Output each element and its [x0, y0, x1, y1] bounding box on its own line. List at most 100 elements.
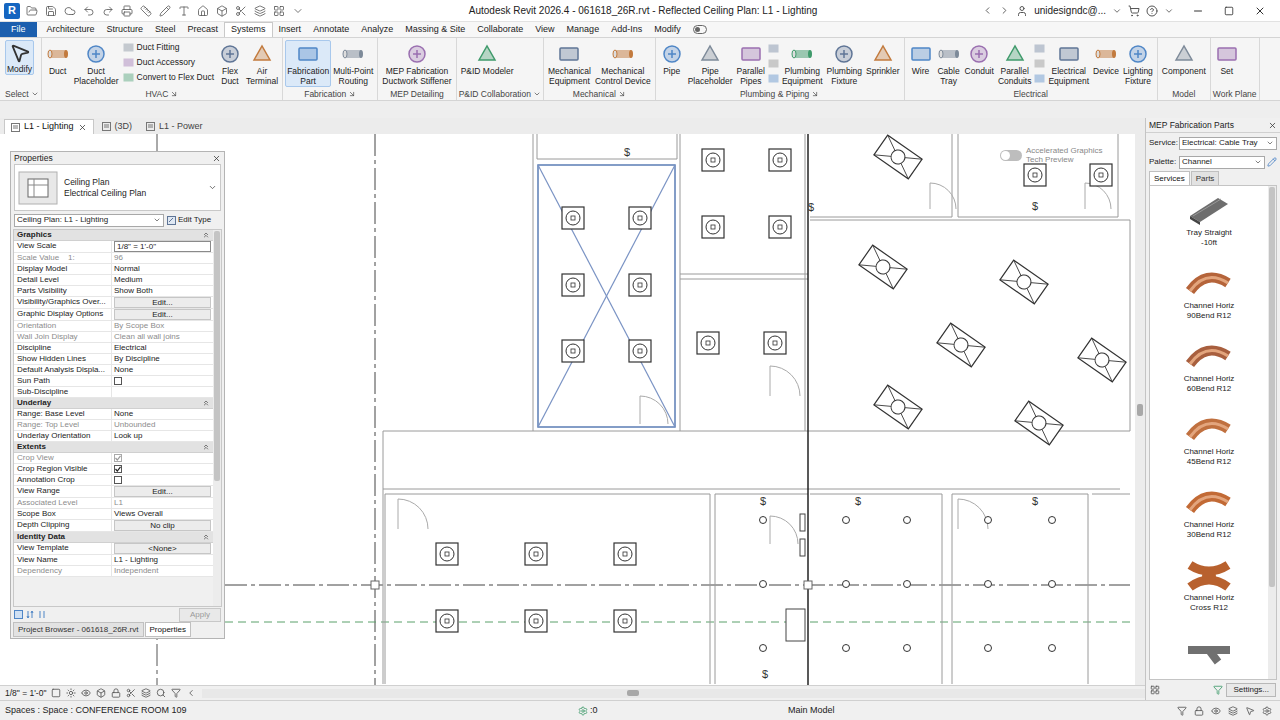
ribbon-tool[interactable]: Set	[1213, 40, 1241, 77]
part-item[interactable]: Channel HorizCross R12	[1150, 551, 1268, 624]
close-icon[interactable]	[1254, 5, 1266, 17]
type-selector[interactable]: Ceiling PlanElectrical Ceiling Plan	[14, 164, 221, 211]
help-menu-icon[interactable]	[1164, 6, 1174, 16]
property-checkbox[interactable]	[114, 476, 122, 484]
close-palette-icon[interactable]	[212, 154, 221, 163]
property-row[interactable]: Annotation Crop	[14, 475, 213, 486]
selected-room[interactable]	[538, 165, 675, 427]
close-tab-icon[interactable]	[78, 123, 87, 132]
ribbon-tool[interactable]: Component	[1160, 40, 1208, 77]
panel-label[interactable]: Model	[1160, 88, 1208, 100]
sun-path-icon[interactable]	[66, 688, 76, 698]
small-tool[interactable]: Duct Accessory	[123, 55, 214, 70]
lock-view-icon[interactable]	[111, 688, 121, 698]
property-row[interactable]: Show Hidden LinesBy Discipline	[14, 354, 213, 365]
ribbon-tool[interactable]: P&ID Modeler	[459, 40, 516, 77]
collapse-icon[interactable]	[202, 533, 210, 541]
dropdown-icon[interactable]	[31, 90, 39, 98]
property-row[interactable]: Visibility/Graphics Over...Edit...	[14, 297, 213, 309]
filter-settings-icon[interactable]	[1262, 706, 1272, 716]
launcher-icon[interactable]	[811, 90, 819, 98]
print-icon[interactable]	[121, 5, 133, 17]
ribbon-tab[interactable]: Insert	[273, 22, 308, 37]
ribbon-tab[interactable]: Modify	[648, 22, 687, 37]
property-row[interactable]: Crop Region Visible	[14, 464, 213, 475]
ribbon-tool[interactable]: Multi-PointRouting	[331, 40, 375, 87]
reveal-icon[interactable]	[156, 688, 166, 698]
section-icon[interactable]	[235, 5, 247, 17]
ribbon-tool[interactable]: DuctPlaceholder	[72, 40, 121, 87]
panel-label[interactable]: Electrical	[907, 88, 1155, 100]
shadows-icon[interactable]	[96, 688, 106, 698]
ribbon-tool[interactable]: ParallelConduits	[996, 40, 1034, 87]
user-name[interactable]: unidesigndc@...	[1034, 3, 1106, 18]
layers-icon[interactable]	[254, 5, 266, 17]
text-icon[interactable]	[178, 5, 190, 17]
dropdown-icon[interactable]	[533, 90, 541, 98]
view-tab[interactable]: L1 - Power	[140, 119, 209, 134]
sort-icon[interactable]	[26, 610, 35, 619]
panel-label[interactable]: Select	[5, 88, 39, 100]
ribbon-tool[interactable]: MechanicalEquipment	[546, 40, 593, 87]
filter-icon[interactable]	[1213, 685, 1223, 695]
property-button[interactable]: Edit...	[114, 486, 211, 497]
drag-icon[interactable]	[1245, 706, 1255, 716]
panel-label[interactable]: Fabrication	[285, 88, 375, 100]
sort-descending-icon[interactable]	[38, 610, 47, 619]
ribbon-tab[interactable]: Systems	[224, 22, 273, 37]
ribbon-tab[interactable]: Analyze	[355, 22, 399, 37]
property-row[interactable]: View RangeEdit...	[14, 486, 213, 498]
group-header[interactable]: Graphics	[14, 230, 213, 241]
ribbon-tab[interactable]: Collaborate	[471, 22, 529, 37]
part-item[interactable]: Tray Straight-10ft	[1150, 186, 1268, 259]
ribbon-tab[interactable]: Steel	[149, 22, 182, 37]
save-icon[interactable]	[45, 5, 57, 17]
view-options-icon[interactable]	[1150, 685, 1160, 695]
property-row[interactable]: Depth ClippingNo clip	[14, 520, 213, 532]
ribbon-tool[interactable]: ElectricalEquipment	[1046, 40, 1091, 87]
maximize-icon[interactable]	[1224, 6, 1234, 16]
panel-label[interactable]: Mechanical	[546, 88, 653, 100]
ribbon-tool[interactable]: MEP FabricationDuctwork Stiffener	[380, 40, 453, 87]
ribbon-tool[interactable]: Device	[1091, 40, 1121, 77]
ribbon-tool[interactable]: CableTray	[935, 40, 963, 87]
property-row[interactable]: Display ModelNormal	[14, 264, 213, 275]
user-icon[interactable]	[1016, 5, 1028, 17]
crop-icon[interactable]	[126, 688, 136, 698]
ribbon-tool[interactable]: Modify	[5, 40, 34, 75]
service-select[interactable]: Electrical: Cable Tray	[1179, 137, 1277, 150]
small-tool[interactable]: Convert to Flex Duct	[123, 70, 214, 85]
edit-type-button[interactable]: Edit Type	[167, 214, 221, 227]
ribbon-tab[interactable]: Massing & Site	[399, 22, 471, 37]
3d-view-icon[interactable]	[216, 5, 228, 17]
property-row[interactable]: Range: Base LevelNone	[14, 409, 213, 420]
user-menu-icon[interactable]	[1112, 6, 1122, 16]
worksets-icon[interactable]	[578, 706, 588, 716]
palette-tab[interactable]: Properties	[145, 622, 191, 637]
property-row[interactable]: Sub-Discipline	[14, 387, 213, 398]
part-item[interactable]: Channel Horiz30Bend R12	[1150, 478, 1268, 551]
ribbon-tool[interactable]: Pipe	[658, 40, 686, 77]
ribbon-tab[interactable]: Manage	[561, 22, 606, 37]
property-button[interactable]: No clip	[114, 520, 211, 531]
small-tool[interactable]: Duct Fitting	[123, 40, 214, 55]
tile-icon[interactable]	[273, 5, 285, 17]
ribbon-tab[interactable]: View	[529, 22, 560, 37]
ribbon-tab[interactable]: Annotate	[307, 22, 355, 37]
parts-scrollbar[interactable]	[1268, 186, 1276, 679]
temporary-hide-icon[interactable]	[141, 688, 151, 698]
pinned-icon[interactable]	[1194, 706, 1204, 716]
cart-icon[interactable]	[1128, 5, 1140, 17]
ribbon-tab[interactable]: File	[0, 22, 37, 37]
property-scrollbar[interactable]	[213, 230, 221, 606]
pencil-icon[interactable]	[159, 5, 171, 17]
property-button[interactable]: Edit...	[114, 309, 211, 320]
app-logo[interactable]: R	[4, 3, 20, 19]
launcher-icon[interactable]	[348, 90, 356, 98]
cloud-icon[interactable]	[64, 5, 76, 17]
property-button[interactable]: Edit...	[114, 297, 211, 308]
redo-icon[interactable]	[102, 5, 114, 17]
instance-selector[interactable]: Ceiling Plan: L1 - Lighting	[14, 214, 164, 227]
categorize-icon[interactable]	[14, 610, 23, 619]
panel-label[interactable]: Work Plane	[1213, 88, 1257, 100]
